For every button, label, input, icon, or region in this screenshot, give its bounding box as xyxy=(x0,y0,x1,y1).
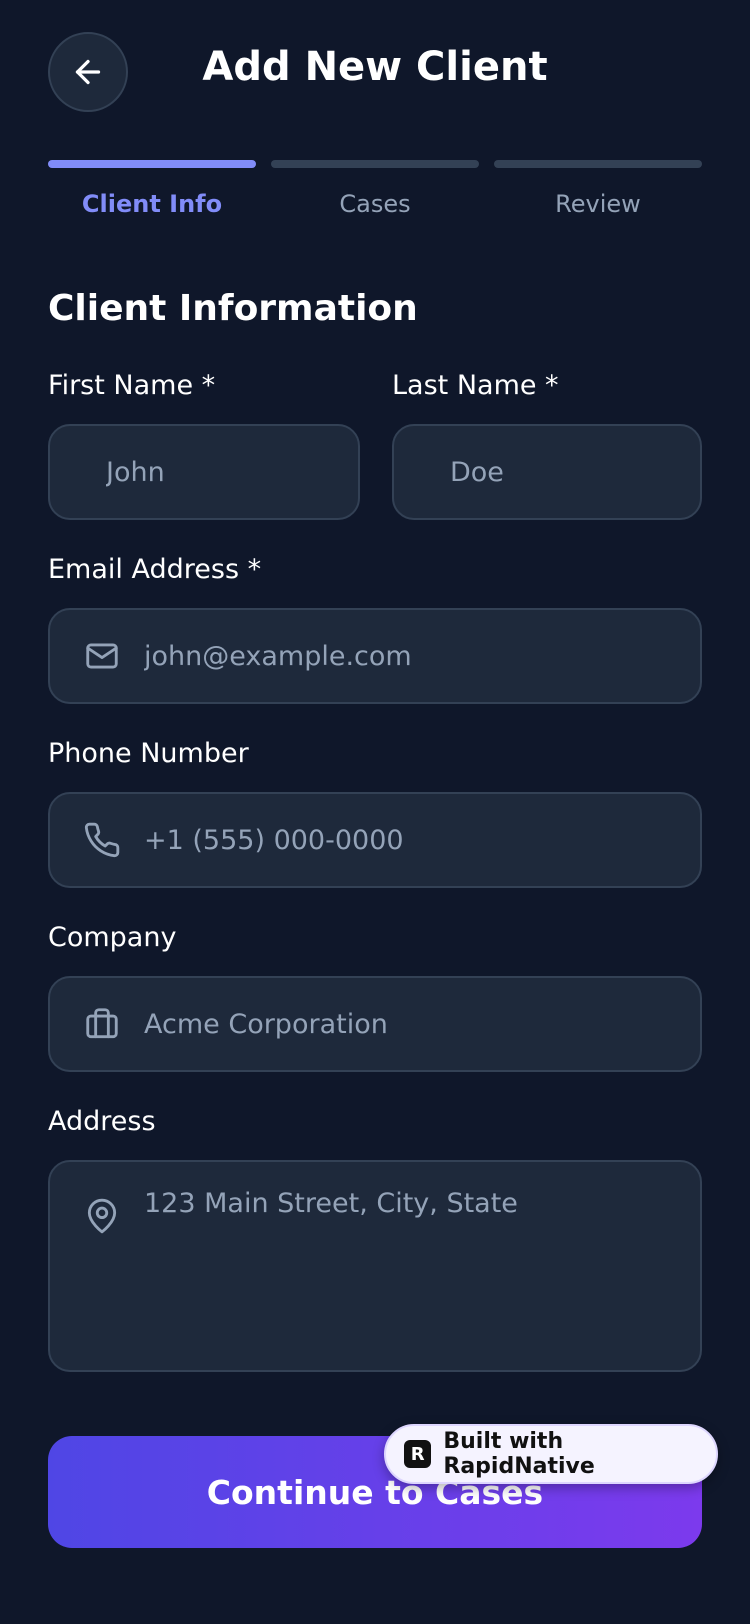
section-title: Client Information xyxy=(48,288,418,329)
header: Add New Client xyxy=(0,0,750,150)
page-title: Add New Client xyxy=(202,44,548,90)
phone-field[interactable] xyxy=(48,792,702,888)
step-label: Review xyxy=(555,190,641,218)
progress-stepper: Client Info Cases Review xyxy=(48,160,702,220)
last-name-input[interactable] xyxy=(394,456,700,488)
rapidnative-logo-icon: R xyxy=(404,1440,432,1468)
step-review[interactable]: Review xyxy=(494,160,702,218)
phone-label: Phone Number xyxy=(48,738,249,769)
address-input[interactable] xyxy=(144,1188,700,1348)
phone-input[interactable] xyxy=(144,824,700,856)
email-input[interactable] xyxy=(144,640,700,672)
email-label: Email Address * xyxy=(48,554,262,585)
address-field[interactable] xyxy=(48,1160,702,1372)
first-name-label: First Name * xyxy=(48,370,216,401)
company-input[interactable] xyxy=(144,1008,700,1040)
first-name-field[interactable] xyxy=(48,424,360,520)
step-cases[interactable]: Cases xyxy=(271,160,479,218)
badge-text: Built with RapidNative xyxy=(443,1429,595,1479)
address-label: Address xyxy=(48,1106,156,1137)
last-name-field[interactable] xyxy=(392,424,702,520)
step-client-info[interactable]: Client Info xyxy=(48,160,256,218)
map-pin-icon xyxy=(82,1196,122,1236)
briefcase-icon xyxy=(82,1004,122,1044)
step-bar xyxy=(48,160,256,168)
mail-icon xyxy=(82,636,122,676)
company-label: Company xyxy=(48,922,177,953)
built-with-badge[interactable]: R Built with RapidNative xyxy=(384,1424,718,1484)
phone-icon xyxy=(82,820,122,860)
first-name-input[interactable] xyxy=(50,456,358,488)
step-bar xyxy=(494,160,702,168)
email-field[interactable] xyxy=(48,608,702,704)
step-label: Cases xyxy=(339,190,411,218)
step-bar xyxy=(271,160,479,168)
company-field[interactable] xyxy=(48,976,702,1072)
step-label: Client Info xyxy=(81,190,223,218)
last-name-label: Last Name * xyxy=(392,370,559,401)
